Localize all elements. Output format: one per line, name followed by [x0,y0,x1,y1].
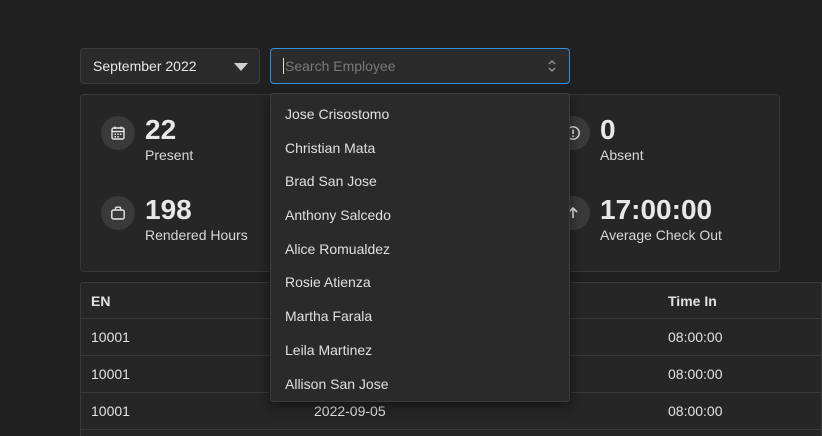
stat-present: 22 Present [101,113,193,163]
stat-average-check-out-value: 17:00:00 [600,194,713,225]
stat-rendered-hours-label: Rendered Hours [145,227,248,243]
employee-option[interactable]: Jose Crisostomo [271,98,569,132]
employee-option[interactable]: Martha Farala [271,300,569,334]
month-select[interactable]: September 2022 [80,48,260,84]
cell-time-in: 08:00:00 [668,329,723,345]
cell-time-in: 08:00:00 [668,366,723,382]
employee-option[interactable]: Anthony Salcedo [271,199,569,233]
column-header-en[interactable]: EN [91,283,110,319]
calendar-icon [101,116,135,150]
stat-rendered-hours-value: 198 [145,194,192,225]
stat-average-check-out-label: Average Check Out [600,227,722,243]
month-select-value: September 2022 [93,58,197,74]
chevron-up-down-icon[interactable] [548,59,556,73]
cell-en: 10001 [91,403,130,419]
stat-present-value: 22 [145,114,177,145]
employee-search-input[interactable] [283,58,523,74]
employee-option[interactable]: Brad San Jose [271,165,569,199]
employee-option[interactable]: Allison San Jose [271,368,569,402]
stat-rendered-hours: 198 Rendered Hours [101,193,248,243]
caret-down-icon[interactable] [234,63,248,71]
employee-dropdown-menu: Jose Crisostomo Christian Mata Brad San … [270,93,570,402]
cell-en: 10001 [91,329,130,345]
stat-average-check-out: 17:00:00 Average Check Out [556,193,722,243]
stat-absent-value: 0 [600,114,616,145]
stat-absent-label: Absent [600,147,644,163]
cell-time-in: 08:00:00 [668,403,723,419]
employee-option[interactable]: Rosie Atienza [271,266,569,300]
stat-present-label: Present [145,147,194,163]
employee-option[interactable]: Leila Martinez [271,334,569,368]
column-header-time-in[interactable]: Time In [668,283,717,319]
employee-option[interactable]: Christian Mata [271,132,569,166]
briefcase-icon [101,196,135,230]
cell-en: 10001 [91,366,130,382]
employee-option[interactable]: Alice Romualdez [271,233,569,267]
employee-search-select[interactable] [270,48,570,84]
